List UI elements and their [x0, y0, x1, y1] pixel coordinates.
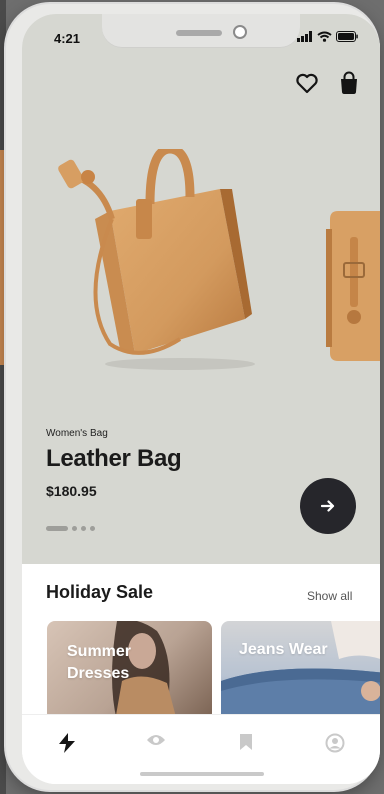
- product-price: $180.95: [46, 483, 97, 499]
- product-name: Leather Bag: [46, 445, 182, 472]
- product-image-next-bag[interactable]: [322, 209, 380, 369]
- card-label-jeans-wear: Jeans Wear: [239, 641, 328, 658]
- speaker: [176, 30, 222, 36]
- nav-item-explore[interactable]: [136, 733, 176, 773]
- phone-frame: 4:21 Women's Bag Leather Bag $180.95 Hol…: [6, 4, 380, 790]
- product-image-leather-bag[interactable]: [40, 149, 270, 379]
- heart-icon[interactable]: [294, 70, 320, 96]
- bolt-icon: [58, 733, 75, 753]
- app-screen: 4:21 Women's Bag Leather Bag $180.95 Hol…: [22, 14, 380, 784]
- bookmark-icon: [239, 734, 252, 750]
- sale-card-summer-dresses[interactable]: Summer Dresses: [47, 621, 212, 721]
- profile-icon: [325, 733, 345, 753]
- sale-card-jeans-wear[interactable]: Jeans Wear: [221, 621, 380, 721]
- product-category: Women's Bag: [46, 428, 108, 439]
- carousel-dot-2[interactable]: [72, 526, 77, 531]
- hero-section: 4:21 Women's Bag Leather Bag $180.95: [22, 14, 380, 564]
- battery-icon: [336, 31, 358, 42]
- card-label-summer-dresses: Summer Dresses: [67, 643, 132, 682]
- shopping-bag-icon[interactable]: [336, 70, 362, 96]
- carousel-dot-3[interactable]: [81, 526, 86, 531]
- signal-icon: [297, 31, 312, 42]
- nav-item-home[interactable]: [47, 733, 87, 773]
- arrow-right-icon: [321, 500, 335, 512]
- show-all-link[interactable]: Show all: [307, 589, 352, 603]
- home-indicator: [140, 772, 264, 776]
- next-product-button[interactable]: [300, 478, 356, 534]
- card-image-jeans-wear: [221, 621, 380, 721]
- carousel-dot-4[interactable]: [90, 526, 95, 531]
- eye-icon: [147, 735, 166, 745]
- carousel-indicator: [46, 526, 95, 531]
- nav-item-profile[interactable]: [315, 733, 355, 773]
- status-time: 4:21: [54, 31, 81, 46]
- camera: [233, 25, 247, 39]
- carousel-dot-1[interactable]: [46, 526, 68, 531]
- section-title: Holiday Sale: [46, 582, 154, 602]
- nav-item-saved[interactable]: [226, 733, 266, 773]
- wifi-icon: [317, 31, 332, 42]
- status-icons: [297, 31, 358, 42]
